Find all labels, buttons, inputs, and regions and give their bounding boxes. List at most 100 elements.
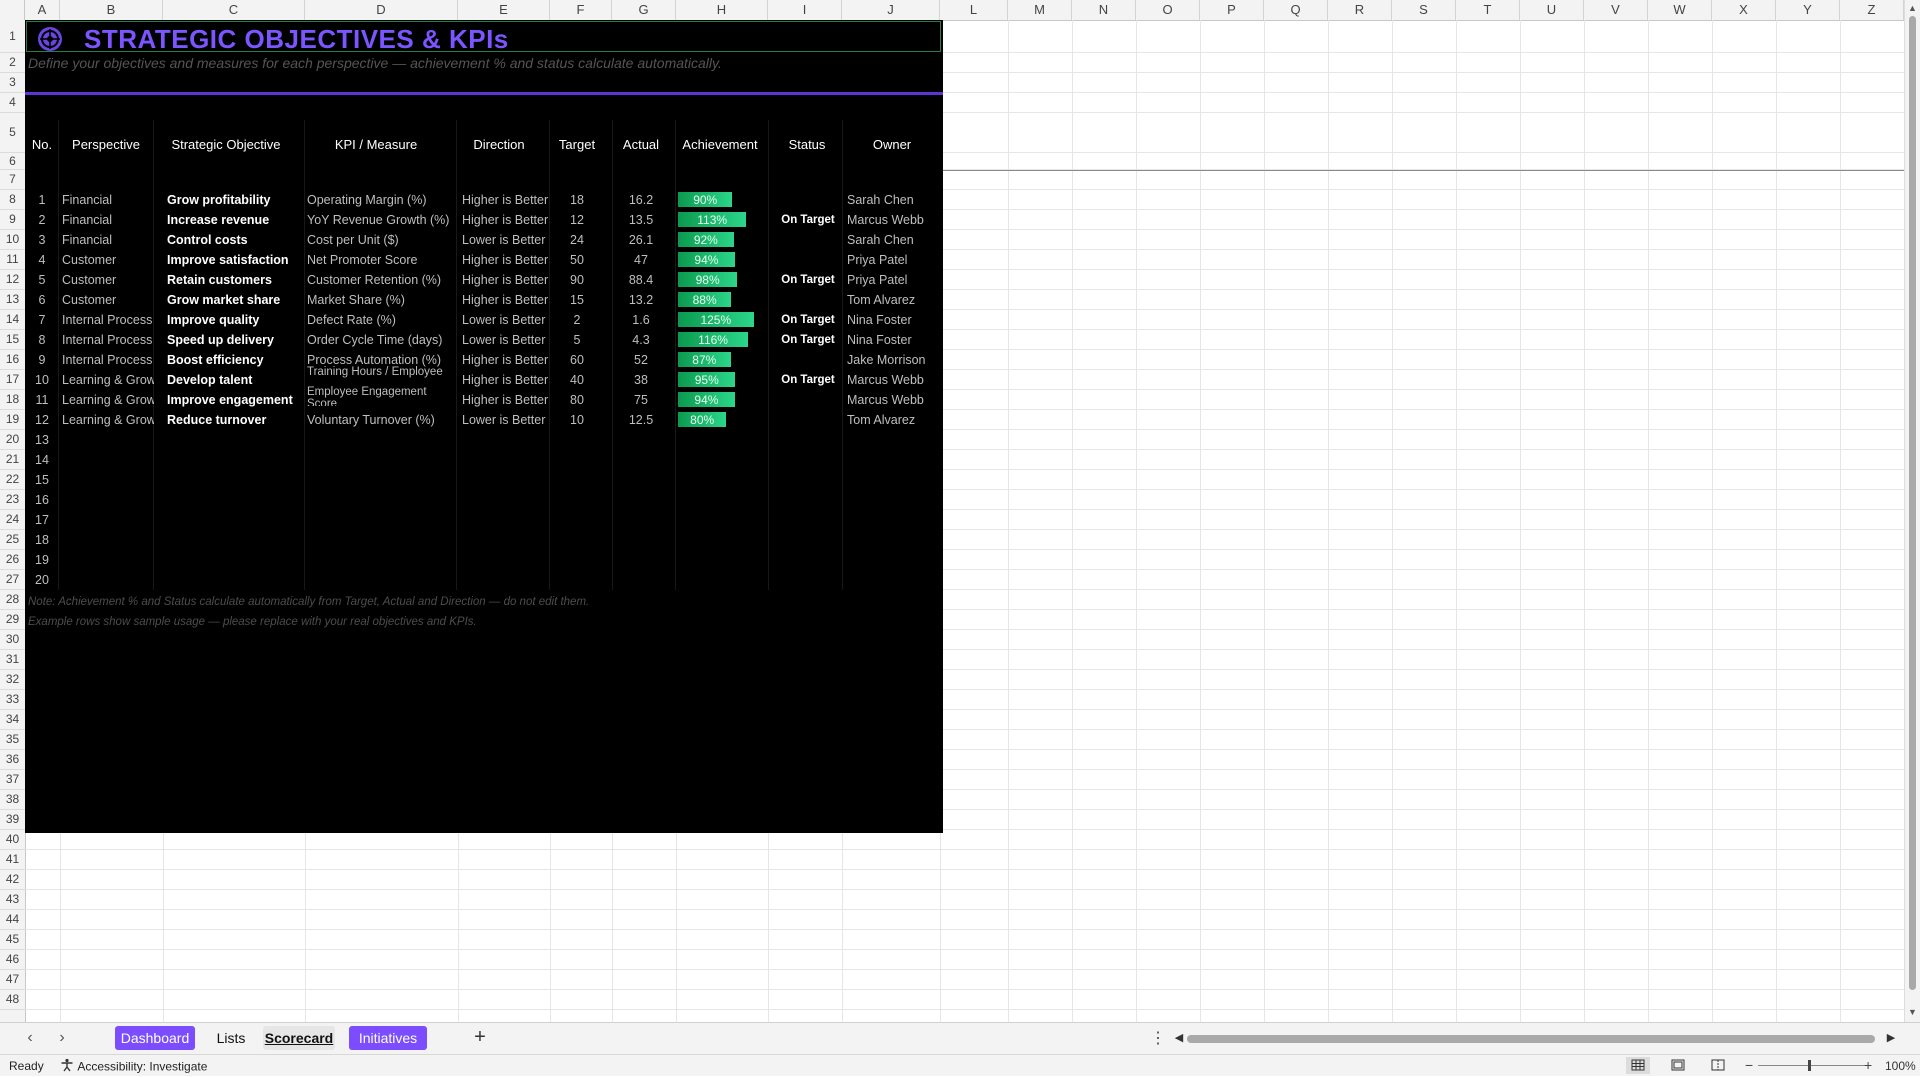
- row-header-6[interactable]: 6: [0, 153, 25, 170]
- perspective-cell[interactable]: Financial: [62, 210, 154, 230]
- actual-cell[interactable]: 4.3: [611, 330, 671, 350]
- row-header-28[interactable]: 28: [0, 590, 25, 610]
- row-header-38[interactable]: 38: [0, 790, 25, 810]
- column-header-w[interactable]: W: [1648, 0, 1712, 20]
- kpi-cell[interactable]: Operating Margin (%): [307, 190, 457, 210]
- row-number[interactable]: 9: [29, 350, 55, 370]
- page-break-view-icon[interactable]: [1706, 1057, 1730, 1074]
- kpi-cell[interactable]: Employee Engagement Score: [307, 386, 457, 406]
- target-cell[interactable]: 5: [547, 330, 607, 350]
- actual-cell[interactable]: 38: [611, 370, 671, 390]
- sheet-tab-scorecard[interactable]: Scorecard: [263, 1026, 335, 1050]
- objective-cell[interactable]: Improve engagement: [167, 390, 307, 410]
- row-header-34[interactable]: 34: [0, 710, 25, 730]
- row-number[interactable]: 3: [29, 230, 55, 250]
- row-header-8[interactable]: 8: [0, 190, 25, 210]
- row-header-41[interactable]: 41: [0, 850, 25, 870]
- owner-cell[interactable]: Priya Patel: [847, 270, 943, 290]
- zoom-slider-thumb[interactable]: [1808, 1060, 1811, 1071]
- direction-cell[interactable]: Higher is Better: [462, 350, 550, 370]
- objective-cell[interactable]: Improve satisfaction: [167, 250, 307, 270]
- row-number[interactable]: 13: [29, 430, 55, 450]
- column-header-d[interactable]: D: [305, 0, 458, 20]
- perspective-cell[interactable]: Financial: [62, 230, 154, 250]
- row-header-29[interactable]: 29: [0, 610, 25, 630]
- direction-cell[interactable]: Lower is Better: [462, 410, 550, 430]
- direction-cell[interactable]: Lower is Better: [462, 230, 550, 250]
- row-header-14[interactable]: 14: [0, 310, 25, 330]
- kpi-cell[interactable]: Training Hours / Employee: [307, 366, 457, 386]
- row-number[interactable]: 17: [29, 510, 55, 530]
- target-cell[interactable]: 80: [547, 390, 607, 410]
- column-header-z[interactable]: Z: [1840, 0, 1904, 20]
- zoom-in-icon[interactable]: +: [1864, 1057, 1872, 1073]
- row-header-22[interactable]: 22: [0, 470, 25, 490]
- row-header-33[interactable]: 33: [0, 690, 25, 710]
- row-header-9[interactable]: 9: [0, 210, 25, 230]
- row-header-16[interactable]: 16: [0, 350, 25, 370]
- row-number[interactable]: 5: [29, 270, 55, 290]
- row-header-11[interactable]: 11: [0, 250, 25, 270]
- row-header-10[interactable]: 10: [0, 230, 25, 250]
- direction-cell[interactable]: Higher is Better: [462, 390, 550, 410]
- horizontal-scroll-thumb[interactable]: [1187, 1035, 1875, 1043]
- row-header-17[interactable]: 17: [0, 370, 25, 390]
- row-header-26[interactable]: 26: [0, 550, 25, 570]
- row-header-2[interactable]: 2: [0, 53, 25, 73]
- row-number[interactable]: 20: [29, 570, 55, 590]
- owner-cell[interactable]: Sarah Chen: [847, 230, 943, 250]
- perspective-cell[interactable]: Customer: [62, 290, 154, 310]
- worksheet-grid[interactable]: STRATEGIC OBJECTIVES & KPIs Define your …: [25, 20, 1904, 1022]
- row-header-15[interactable]: 15: [0, 330, 25, 350]
- row-header-18[interactable]: 18: [0, 390, 25, 410]
- vertical-scrollbar[interactable]: ▲ ▼: [1904, 0, 1920, 1022]
- row-header-43[interactable]: 43: [0, 890, 25, 910]
- perspective-cell[interactable]: Internal Process: [62, 310, 154, 330]
- kpi-cell[interactable]: YoY Revenue Growth (%): [307, 210, 457, 230]
- column-header-c[interactable]: C: [163, 0, 305, 20]
- add-sheet-icon[interactable]: +: [468, 1026, 492, 1050]
- row-number[interactable]: 7: [29, 310, 55, 330]
- column-header-f[interactable]: F: [550, 0, 612, 20]
- direction-cell[interactable]: Higher is Better: [462, 250, 550, 270]
- column-header-r[interactable]: R: [1328, 0, 1392, 20]
- row-header-3[interactable]: 3: [0, 73, 25, 93]
- perspective-cell[interactable]: Internal Process: [62, 330, 154, 350]
- owner-cell[interactable]: Marcus Webb: [847, 370, 943, 390]
- direction-cell[interactable]: Lower is Better: [462, 330, 550, 350]
- actual-cell[interactable]: 13.2: [611, 290, 671, 310]
- column-header-h[interactable]: H: [676, 0, 768, 20]
- row-header-44[interactable]: 44: [0, 910, 25, 930]
- actual-cell[interactable]: 13.5: [611, 210, 671, 230]
- row-number[interactable]: 2: [29, 210, 55, 230]
- target-cell[interactable]: 50: [547, 250, 607, 270]
- actual-cell[interactable]: 47: [611, 250, 671, 270]
- owner-cell[interactable]: Nina Foster: [847, 310, 943, 330]
- owner-cell[interactable]: Tom Alvarez: [847, 290, 943, 310]
- row-header-19[interactable]: 19: [0, 410, 25, 430]
- row-number[interactable]: 14: [29, 450, 55, 470]
- row-number[interactable]: 12: [29, 410, 55, 430]
- row-header-40[interactable]: 40: [0, 830, 25, 850]
- row-header-32[interactable]: 32: [0, 670, 25, 690]
- column-header-y[interactable]: Y: [1776, 0, 1840, 20]
- objective-cell[interactable]: Grow market share: [167, 290, 307, 310]
- perspective-cell[interactable]: Internal Process: [62, 350, 154, 370]
- column-header-e[interactable]: E: [458, 0, 550, 20]
- perspective-cell[interactable]: Learning & Growth: [62, 390, 154, 410]
- objective-cell[interactable]: Control costs: [167, 230, 307, 250]
- next-sheet-icon[interactable]: ›: [52, 1028, 72, 1048]
- owner-cell[interactable]: Nina Foster: [847, 330, 943, 350]
- objective-cell[interactable]: Boost efficiency: [167, 350, 307, 370]
- owner-cell[interactable]: Marcus Webb: [847, 210, 943, 230]
- owner-cell[interactable]: Sarah Chen: [847, 190, 943, 210]
- target-cell[interactable]: 10: [547, 410, 607, 430]
- sheet-tab-initiatives[interactable]: Initiatives: [349, 1026, 427, 1050]
- target-cell[interactable]: 18: [547, 190, 607, 210]
- vertical-scroll-thumb[interactable]: [1909, 16, 1916, 990]
- objective-cell[interactable]: Retain customers: [167, 270, 307, 290]
- row-header-31[interactable]: 31: [0, 650, 25, 670]
- column-header-u[interactable]: U: [1520, 0, 1584, 20]
- perspective-cell[interactable]: Learning & Growth: [62, 410, 154, 430]
- objective-cell[interactable]: Develop talent: [167, 370, 307, 390]
